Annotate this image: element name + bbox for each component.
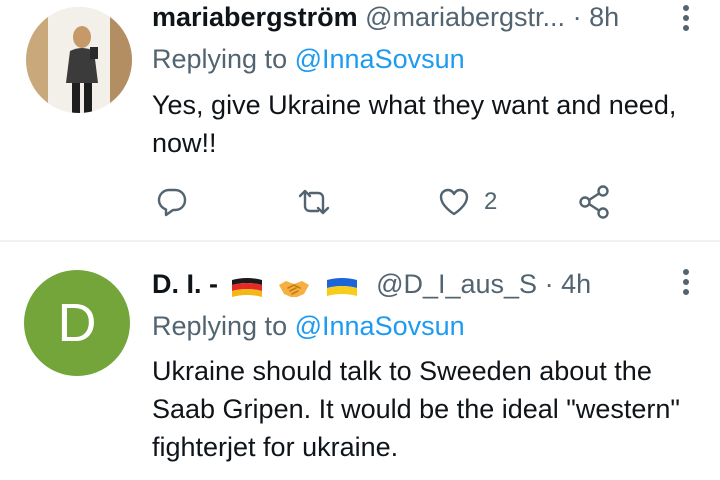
replying-prefix: Replying to [152, 311, 288, 341]
avatar[interactable]: D [24, 270, 130, 376]
heart-icon [439, 188, 469, 216]
user-handle[interactable]: @D_I_aus_S [376, 269, 537, 299]
avatar[interactable] [26, 7, 132, 113]
reply-button[interactable] [156, 182, 188, 222]
flag-germany-icon [231, 277, 262, 297]
tweet-actions: 2 [152, 182, 632, 222]
tweet-text: Yes, give Ukraine what they want and nee… [152, 90, 677, 158]
retweet-icon [298, 189, 330, 215]
more-options-icon[interactable] [682, 268, 690, 296]
display-name[interactable]: mariabergström [152, 2, 358, 32]
replying-to: Replying to @InnaSovsun [152, 309, 465, 343]
tweet[interactable]: D D. I. - @D_I_aus_S · 4h Replying to @I… [0, 242, 720, 480]
avatar-photo [26, 7, 132, 113]
share-button[interactable] [578, 182, 610, 222]
more-options-icon[interactable] [682, 4, 690, 32]
replying-prefix: Replying to [152, 44, 288, 74]
tweet-text: Ukraine should talk to Sweeden about the… [152, 356, 680, 462]
replying-to: Replying to @InnaSovsun [152, 42, 465, 76]
tweet-header: mariabergström @mariabergstr... · 8h [152, 0, 700, 34]
separator: · [572, 2, 582, 32]
user-handle[interactable]: @mariabergstr... [365, 2, 565, 32]
timestamp[interactable]: 4h [561, 269, 591, 299]
reply-icon [157, 188, 187, 217]
flag-ukraine-icon [326, 277, 357, 296]
like-button[interactable]: 2 [438, 182, 497, 222]
mention-link[interactable]: @InnaSovsun [295, 311, 465, 341]
tweet-header: D. I. - @D_I_aus_S · 4h [152, 267, 700, 301]
display-name[interactable]: D. I. - [152, 269, 218, 299]
timestamp[interactable]: 8h [589, 2, 619, 32]
avatar-letter: D [57, 293, 97, 353]
name-emojis [230, 269, 365, 303]
handshake-icon [279, 280, 310, 297]
retweet-button[interactable] [296, 182, 332, 222]
tweet[interactable]: mariabergström @mariabergstr... · 8h Rep… [0, 0, 720, 240]
share-icon [579, 185, 609, 219]
like-count: 2 [484, 188, 498, 215]
separator: · [544, 269, 554, 299]
mention-link[interactable]: @InnaSovsun [295, 44, 465, 74]
